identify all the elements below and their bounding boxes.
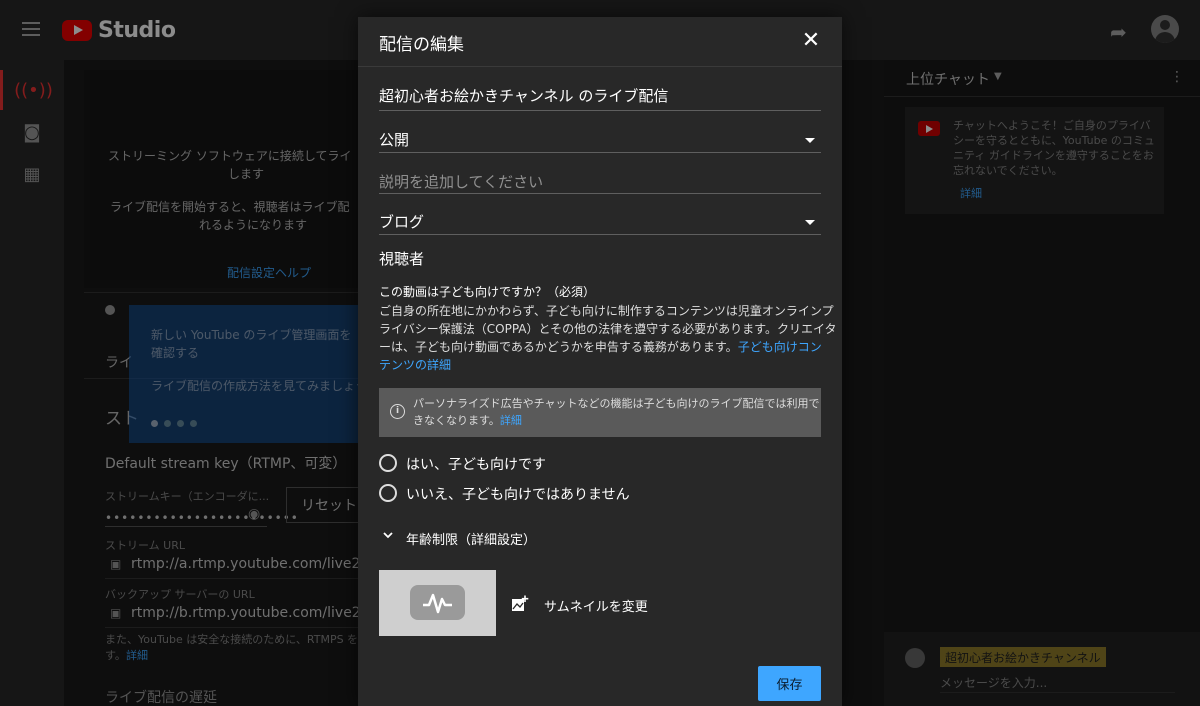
kids-desc-2: ライバシー保護法（COPPA）とその他の法律を遵守する必要があります。クリエイタ (379, 322, 837, 336)
info-banner: i パーソナライズド広告やチャットなどの機能は子ども向けのライブ配信では利用で … (379, 388, 821, 437)
visibility-select[interactable]: 公開 (379, 126, 821, 153)
kids-content-link[interactable]: 子ども向けコン (738, 340, 822, 354)
dialog-header: 配信の編集 ✕ (358, 17, 842, 67)
age-restriction-toggle[interactable]: 年齢制限（詳細設定） (406, 529, 536, 548)
pulse-icon (423, 593, 452, 614)
info-icon: i (390, 404, 405, 419)
save-button[interactable]: 保存 (758, 666, 821, 701)
made-for-kids-yes-label[interactable]: はい、子ども向けです (406, 454, 546, 474)
close-icon[interactable]: ✕ (799, 29, 823, 53)
kids-content-link-2[interactable]: テンツの詳細 (379, 356, 451, 374)
info-text-2-body: きなくなります。 (413, 414, 500, 427)
made-for-kids-no-label[interactable]: いいえ、子ども向けではありません (406, 484, 630, 504)
edit-stream-dialog: 配信の編集 ✕ 超初心者お絵かきチャンネル のライブ配信 公開 説明を追加してく… (358, 17, 842, 706)
made-for-kids-yes-radio[interactable] (379, 454, 397, 472)
audience-heading: 視聴者 (379, 250, 425, 268)
info-text-2: きなくなります。詳細 (413, 412, 522, 428)
kids-desc-3-text: ーは、子ども向け動画であるかどうかを申告する義務があります。 (379, 340, 738, 354)
info-detail-link[interactable]: 詳細 (500, 414, 522, 427)
thumbnail-placeholder (410, 585, 465, 620)
dialog-title: 配信の編集 (379, 35, 464, 55)
dropdown-arrow-icon (805, 220, 815, 225)
made-for-kids-no-radio[interactable] (379, 484, 397, 502)
category-select[interactable]: ブログ (379, 208, 821, 235)
kids-desc-1: ご自身の所在地にかかわらず、子ども向けに制作するコンテンツは児童オンラインプ (379, 304, 834, 318)
title-field[interactable]: 超初心者お絵かきチャンネル のライブ配信 (379, 83, 821, 111)
description-placeholder: 説明を追加してください (379, 173, 544, 191)
description-field[interactable]: 説明を追加してください (379, 168, 821, 194)
thumbnail-preview[interactable] (379, 570, 496, 636)
kids-question: この動画は子ども向けですか？（必須） (379, 285, 596, 299)
chevron-down-icon[interactable] (383, 530, 393, 540)
dropdown-arrow-icon (805, 138, 815, 143)
info-text-1: パーソナライズド広告やチャットなどの機能は子ども向けのライブ配信では利用で (413, 397, 820, 410)
add-photo-icon[interactable] (511, 595, 529, 612)
title-field-value: 超初心者お絵かきチャンネル のライブ配信 (379, 87, 669, 105)
category-value: ブログ (379, 213, 425, 231)
change-thumbnail-button[interactable]: サムネイルを変更 (544, 596, 648, 615)
kids-desc-3: ーは、子ども向け動画であるかどうかを申告する義務があります。子ども向けコン (379, 338, 822, 356)
visibility-value: 公開 (379, 131, 410, 149)
